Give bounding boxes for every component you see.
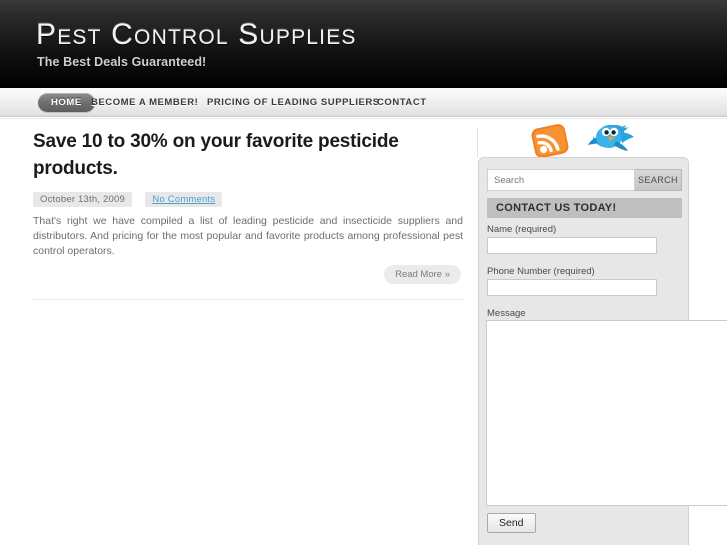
- post-divider: [33, 299, 463, 300]
- nav-item-home[interactable]: HOME: [38, 93, 95, 112]
- search-input[interactable]: [487, 169, 635, 191]
- name-field[interactable]: [487, 237, 657, 254]
- post-comments-link[interactable]: No Comments: [145, 192, 223, 207]
- message-field[interactable]: [486, 320, 727, 506]
- nav-list: HOME BECOME A MEMBER! PRICING OF LEADING…: [0, 88, 727, 116]
- site-tagline: The Best Deals Guaranteed!: [37, 55, 207, 69]
- site-title: Pest Control Supplies: [36, 18, 357, 51]
- message-field-label: Message: [487, 308, 526, 319]
- main-navigation: HOME BECOME A MEMBER! PRICING OF LEADING…: [0, 88, 727, 117]
- post-date-badge: October 13th, 2009: [33, 192, 132, 207]
- phone-field[interactable]: [487, 279, 657, 296]
- send-button[interactable]: Send: [487, 513, 536, 533]
- search-button[interactable]: SEARCH: [635, 169, 682, 191]
- main-content: Save 10 to 30% on your favorite pesticid…: [33, 128, 471, 300]
- nav-item-label: BECOME A MEMBER!: [91, 97, 199, 108]
- nav-item-pricing-of-leading-suppliers[interactable]: PRICING OF LEADING SUPPLIERS: [207, 88, 380, 117]
- column-separator: [477, 128, 478, 158]
- nav-item-label: CONTACT: [377, 97, 427, 108]
- nav-item-label: PRICING OF LEADING SUPPLIERS: [207, 97, 380, 108]
- phone-field-label: Phone Number (required): [487, 266, 595, 277]
- post-body: That's right we have compiled a list of …: [33, 215, 463, 257]
- nav-item-become-a-member[interactable]: BECOME A MEMBER!: [91, 88, 198, 117]
- read-more-button[interactable]: Read More »: [384, 265, 461, 284]
- post-title: Save 10 to 30% on your favorite pesticid…: [33, 131, 399, 179]
- search-form: SEARCH: [487, 169, 682, 191]
- contact-form-heading: CONTACT US TODAY!: [487, 198, 682, 218]
- read-more-row: Read More »: [33, 265, 471, 287]
- site-header: Pest Control Supplies The Best Deals Gua…: [0, 0, 727, 88]
- nav-item-contact[interactable]: CONTACT: [377, 88, 427, 117]
- name-field-label: Name (required): [487, 224, 557, 235]
- nav-item-label: HOME: [51, 97, 82, 108]
- page-root: Pest Control Supplies The Best Deals Gua…: [0, 0, 727, 545]
- post-meta: October 13th, 2009 No Comments: [33, 189, 471, 207]
- social-icons: [530, 119, 640, 159]
